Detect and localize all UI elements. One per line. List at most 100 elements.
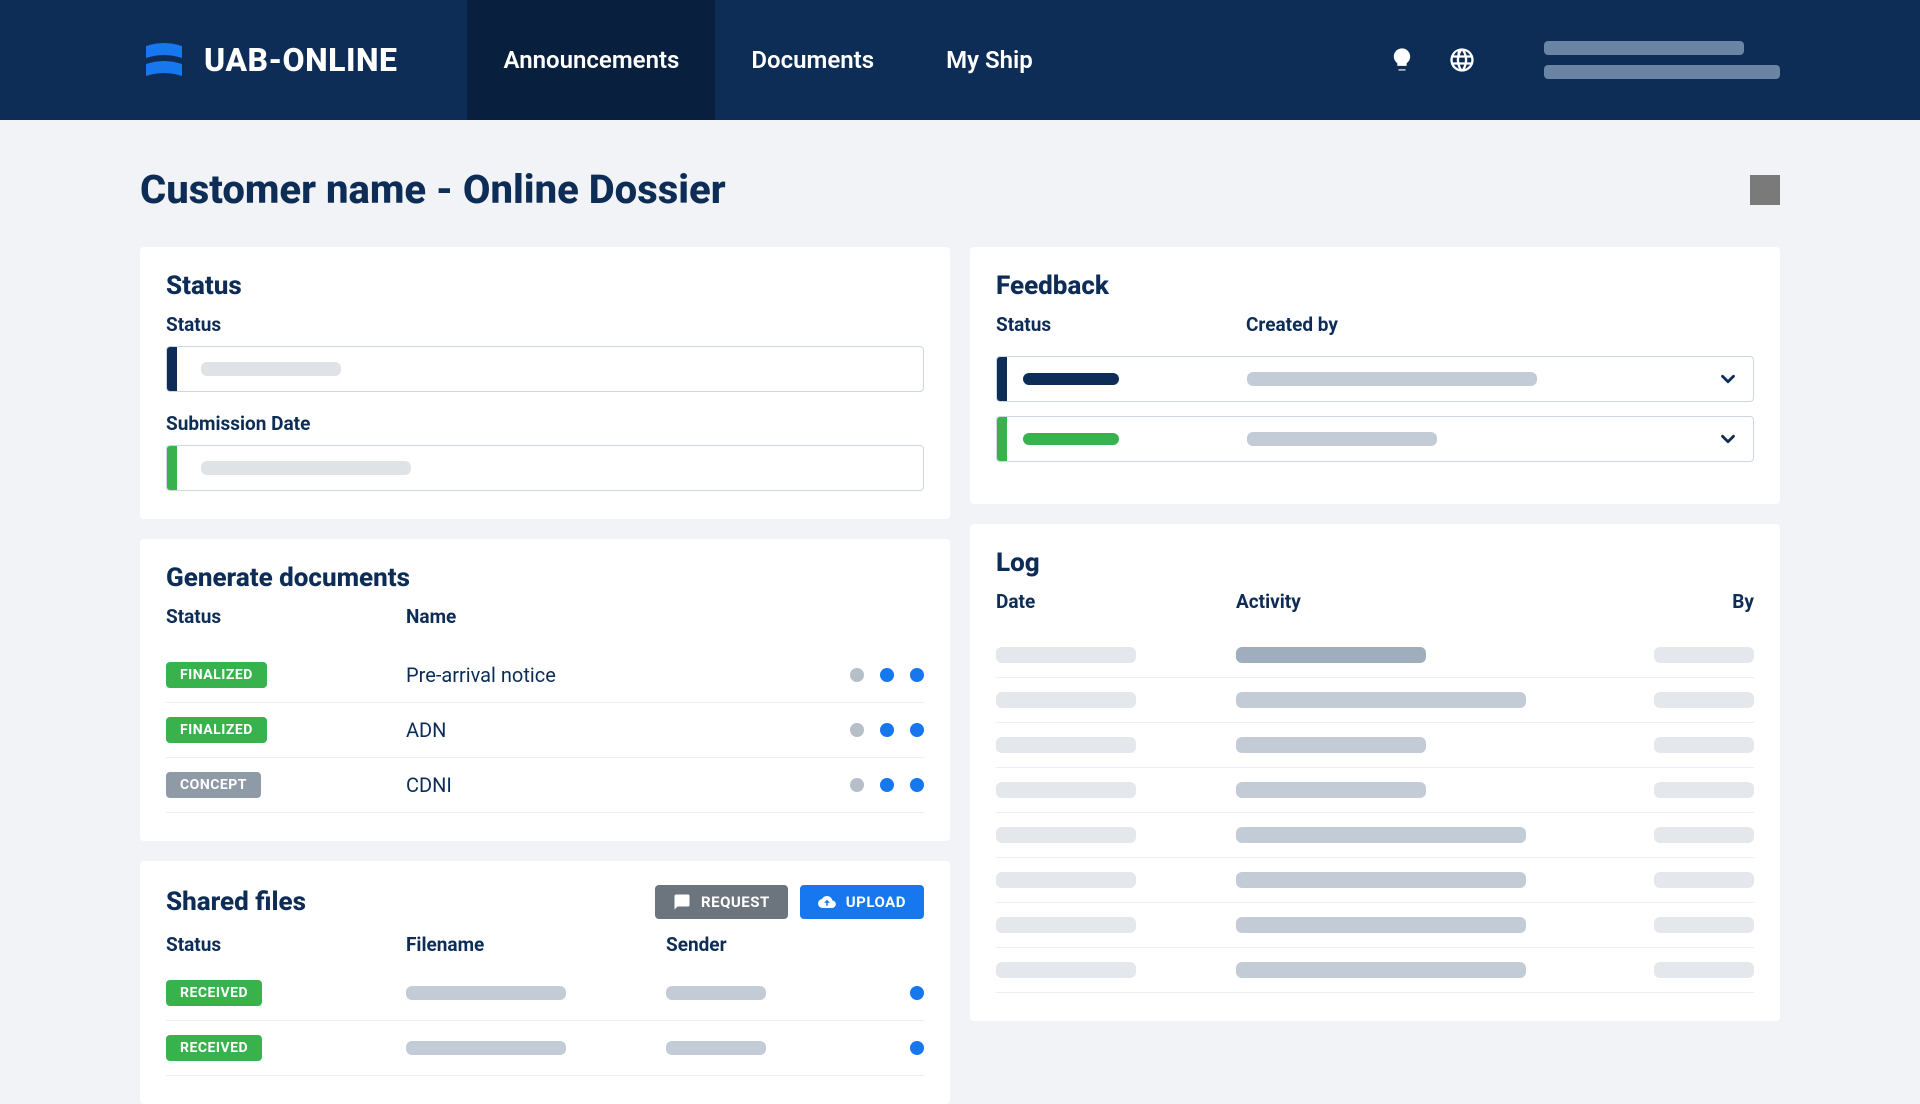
log-row — [996, 678, 1754, 723]
chevron-down-icon[interactable] — [1703, 428, 1753, 450]
log-date-placeholder — [996, 872, 1136, 888]
feedback-created-placeholder — [1247, 432, 1437, 446]
document-name: ADN — [406, 718, 804, 742]
log-date-placeholder — [996, 917, 1136, 933]
shared-files-card: Shared files REQUEST UPLOAD Status — [140, 861, 950, 1104]
feedback-col-status: Status — [996, 313, 1246, 336]
chevron-down-icon[interactable] — [1703, 368, 1753, 390]
log-date-placeholder — [996, 737, 1136, 753]
log-row — [996, 723, 1754, 768]
upload-label: UPLOAD — [846, 893, 906, 911]
status-value-placeholder — [201, 362, 341, 376]
message-icon — [673, 893, 691, 911]
log-row — [996, 858, 1754, 903]
shared-col-filename: Filename — [406, 933, 666, 956]
log-date-placeholder — [996, 782, 1136, 798]
log-col-activity: Activity — [1236, 590, 1614, 613]
brand: UAB-ONLINE — [140, 36, 397, 84]
filename-placeholder — [406, 1041, 566, 1055]
submission-accent — [167, 446, 177, 490]
status-accent — [167, 347, 177, 391]
action-dot-icon[interactable] — [850, 668, 864, 682]
app-header: UAB-ONLINE Announcements Documents My Sh… — [0, 0, 1920, 120]
page-title-row: Customer name - Online Dossier — [140, 166, 1780, 213]
feedback-card-title: Feedback — [996, 271, 1754, 301]
feedback-row[interactable] — [996, 356, 1754, 402]
action-dot-icon[interactable] — [910, 778, 924, 792]
log-card: Log Date Activity By — [970, 524, 1780, 1021]
log-col-date: Date — [996, 590, 1236, 613]
shared-file-row: RECEIVED — [166, 966, 924, 1021]
log-by-placeholder — [1654, 962, 1754, 978]
user-info[interactable] — [1544, 41, 1780, 79]
brand-name: UAB-ONLINE — [204, 41, 397, 79]
sender-placeholder — [666, 1041, 766, 1055]
page-content: Customer name - Online Dossier Status St… — [0, 120, 1920, 1104]
document-name: Pre-arrival notice — [406, 663, 804, 687]
logo-icon — [140, 36, 188, 84]
feedback-card: Feedback Status Created by — [970, 247, 1780, 504]
log-by-placeholder — [1654, 737, 1754, 753]
log-date-placeholder — [996, 827, 1136, 843]
generate-documents-card: Generate documents Status Name FINALIZED… — [140, 539, 950, 841]
lightbulb-icon[interactable] — [1384, 42, 1420, 78]
log-row — [996, 633, 1754, 678]
log-row — [996, 948, 1754, 993]
status-badge: FINALIZED — [166, 662, 267, 688]
document-row: FINALIZEDADN — [166, 703, 924, 758]
action-dot-icon[interactable] — [850, 778, 864, 792]
feedback-status-placeholder — [1023, 433, 1119, 445]
header-right — [1384, 41, 1780, 79]
cloud-upload-icon — [818, 893, 836, 911]
feedback-row[interactable] — [996, 416, 1754, 462]
log-by-placeholder — [1654, 647, 1754, 663]
feedback-status-placeholder — [1023, 373, 1119, 385]
nav-documents[interactable]: Documents — [715, 0, 910, 120]
log-row — [996, 813, 1754, 858]
filename-placeholder — [406, 986, 566, 1000]
log-by-placeholder — [1654, 872, 1754, 888]
action-dot-icon[interactable] — [910, 723, 924, 737]
nav-announcements[interactable]: Announcements — [467, 0, 715, 120]
gen-col-name: Name — [406, 605, 804, 628]
request-button[interactable]: REQUEST — [655, 885, 788, 919]
status-badge: RECEIVED — [166, 1035, 262, 1061]
status-label: Status — [166, 313, 924, 336]
status-field[interactable] — [166, 346, 924, 392]
submission-field[interactable] — [166, 445, 924, 491]
action-dot-icon[interactable] — [880, 723, 894, 737]
shared-card-title: Shared files — [166, 887, 306, 917]
log-card-title: Log — [996, 548, 1754, 578]
log-col-by: By — [1614, 590, 1754, 613]
feedback-created-placeholder — [1247, 372, 1537, 386]
page-title: Customer name - Online Dossier — [140, 166, 726, 213]
feedback-accent — [997, 417, 1007, 461]
gen-col-status: Status — [166, 605, 406, 628]
action-dot-icon[interactable] — [850, 723, 864, 737]
submission-label: Submission Date — [166, 412, 924, 435]
generate-card-title: Generate documents — [166, 563, 924, 593]
log-activity-placeholder — [1236, 962, 1526, 978]
log-date-placeholder — [996, 692, 1136, 708]
status-badge: CONCEPT — [166, 772, 261, 798]
feedback-accent — [997, 357, 1007, 401]
action-dot-icon[interactable] — [880, 778, 894, 792]
action-dot-icon[interactable] — [880, 668, 894, 682]
log-activity-placeholder — [1236, 692, 1526, 708]
action-dot-icon[interactable] — [910, 1041, 924, 1055]
log-date-placeholder — [996, 962, 1136, 978]
status-card-title: Status — [166, 271, 924, 301]
submission-value-placeholder — [201, 461, 411, 475]
main-nav: Announcements Documents My Ship — [467, 0, 1068, 120]
document-name: CDNI — [406, 773, 804, 797]
log-row — [996, 903, 1754, 948]
document-row: CONCEPT CDNI — [166, 758, 924, 813]
page-action-icon[interactable] — [1750, 175, 1780, 205]
upload-button[interactable]: UPLOAD — [800, 885, 924, 919]
nav-my-ship[interactable]: My Ship — [910, 0, 1069, 120]
log-date-placeholder — [996, 647, 1136, 663]
action-dot-icon[interactable] — [910, 668, 924, 682]
action-dot-icon[interactable] — [910, 986, 924, 1000]
globe-icon[interactable] — [1444, 42, 1480, 78]
log-by-placeholder — [1654, 692, 1754, 708]
